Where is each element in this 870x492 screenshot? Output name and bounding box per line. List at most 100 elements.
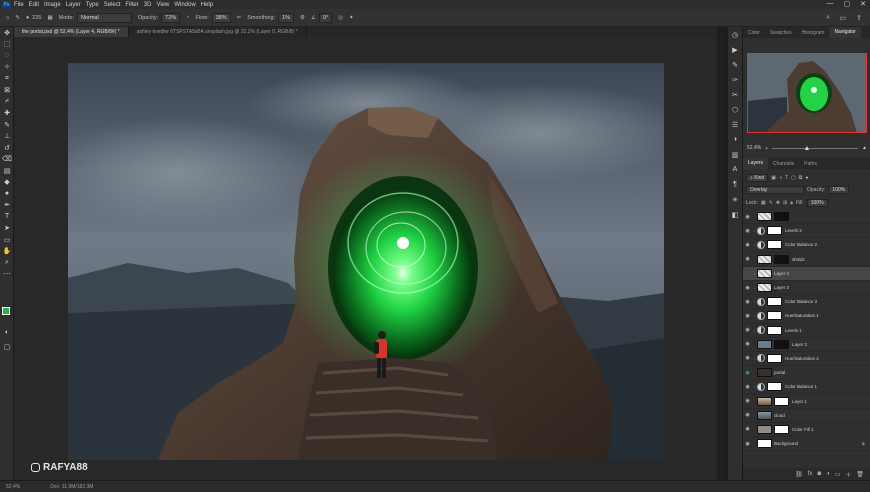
eye-icon[interactable]: ◉ [743, 228, 752, 234]
layer-mask[interactable] [767, 382, 782, 392]
layer-row[interactable]: ◉ ↓ Layer 3 [743, 281, 870, 296]
smoothing-field[interactable]: 1% [278, 12, 295, 23]
menu-edit[interactable]: Edit [29, 2, 39, 8]
layer-kind-select[interactable]: ⌕ Kind [746, 174, 769, 182]
layer-row[interactable]: ◉ portal [743, 366, 870, 381]
eye-icon[interactable]: ◉ [743, 384, 752, 390]
lasso-tool-icon[interactable]: ◌ [0, 50, 14, 62]
mode-select[interactable]: Normal [76, 12, 132, 23]
layer-mask[interactable] [774, 254, 789, 264]
quick-select-tool-icon[interactable]: ✧ [0, 62, 14, 74]
hand-tool-icon[interactable]: ✋ [0, 246, 14, 258]
symmetry-icon[interactable]: ✦ [349, 15, 354, 21]
lock-position-icon[interactable]: ✥ [776, 200, 780, 206]
home-icon[interactable]: ⌂ [6, 15, 9, 21]
3d-panel-icon[interactable]: ⬡ [728, 102, 742, 117]
zoom-slider-knob[interactable] [804, 145, 809, 150]
layer-row[interactable]: ◉ Background 🔒︎ [743, 437, 870, 452]
layer-row[interactable]: ◉ ↓ Color Balance 3 [743, 295, 870, 310]
filter-toggle-icon[interactable]: ● [805, 175, 808, 181]
properties-icon[interactable]: ☰ [728, 117, 742, 132]
styles-icon[interactable]: ✳ [728, 192, 742, 207]
eye-icon[interactable]: ◉ [743, 313, 752, 319]
eye-icon[interactable]: ◉ [743, 256, 752, 262]
brush-preset-icon[interactable]: ● [26, 15, 29, 21]
zoom-in-icon[interactable]: ▲ [862, 145, 867, 151]
layer-mask[interactable] [767, 226, 782, 236]
lock-artboard-icon[interactable]: ⊞ [783, 200, 787, 206]
fx-icon[interactable]: fx [808, 471, 813, 477]
tab-color[interactable]: Color [743, 30, 765, 36]
layer-mask[interactable] [767, 311, 782, 321]
layer-row[interactable]: ◉ ↓ Hue/Saturation 2 [743, 352, 870, 367]
flow-field[interactable]: 38% [211, 12, 231, 23]
eyedropper-tool-icon[interactable]: ⌿ [0, 96, 14, 108]
crop-tool-icon[interactable]: ⌗ [0, 73, 14, 85]
link-layers-icon[interactable]: ⛓ [795, 471, 803, 478]
zoom-tool-icon[interactable]: ⌕ [0, 257, 14, 269]
lock-pixels-icon[interactable]: ✎ [769, 200, 773, 206]
tool-presets-icon[interactable]: ✂ [728, 87, 742, 102]
layer-row[interactable]: ◉ [743, 210, 870, 225]
brush-tool-icon[interactable]: ✎ [0, 119, 14, 131]
angle-field[interactable]: 0° [318, 12, 333, 23]
eraser-tool-icon[interactable]: ⌫ [0, 154, 14, 166]
layer-mask[interactable] [767, 240, 782, 250]
share-icon[interactable]: ⇪ [856, 14, 862, 22]
brushes-panel-icon[interactable]: ✑ [728, 72, 742, 87]
layer-row[interactable]: ◉ Color Fill 1 [743, 423, 870, 437]
eye-icon[interactable]: ◉ [743, 327, 752, 333]
maximize-icon[interactable]: ▢ [844, 0, 851, 8]
tab-navigator[interactable]: Navigator [829, 27, 861, 38]
layer-mask[interactable] [767, 353, 782, 363]
character-icon[interactable]: A [728, 162, 742, 177]
brush-settings-icon[interactable]: ▦ [47, 15, 52, 21]
menu-view[interactable]: View [156, 2, 169, 8]
move-tool-icon[interactable]: ✥ [0, 27, 14, 39]
menu-3d[interactable]: 3D [144, 2, 152, 8]
pressure-opacity-icon[interactable]: ◔ [186, 15, 189, 21]
eye-icon[interactable]: ◉ [743, 398, 752, 404]
navigator-view-frame[interactable] [747, 53, 867, 133]
layer-mask[interactable] [767, 325, 782, 335]
menu-select[interactable]: Select [104, 2, 121, 8]
history-icon[interactable]: ◷ [728, 27, 742, 42]
layer-mask[interactable] [774, 212, 789, 222]
rectangle-tool-icon[interactable]: ▭ [0, 234, 14, 246]
layer-row[interactable]: ◉ ↓ Color Balance 1 [743, 380, 870, 395]
eye-icon[interactable]: ◉ [743, 214, 752, 220]
tab-paths[interactable]: Paths [799, 161, 822, 167]
menu-filter[interactable]: Filter [125, 2, 138, 8]
menu-help[interactable]: Help [201, 2, 213, 8]
layer-opacity-field[interactable]: 100% [828, 186, 850, 194]
tab-the-portal[interactable]: the portal.psd @ 52,4% (Layer 4, RGB/8#)… [14, 27, 129, 37]
filter-shape-icon[interactable]: ▢ [791, 175, 796, 181]
clone-stamp-icon[interactable]: ⊥ [0, 131, 14, 143]
tab-channels[interactable]: Channels [768, 161, 799, 167]
eye-icon[interactable]: ◉ [743, 341, 752, 347]
pressure-size-icon[interactable]: ◎ [338, 15, 343, 21]
layer-mask[interactable] [767, 297, 782, 307]
pen-tool-icon[interactable]: ✒ [0, 200, 14, 212]
lock-transparent-icon[interactable]: ▦ [761, 200, 766, 206]
eye-icon[interactable]: ◉ [743, 370, 752, 376]
eye-icon[interactable]: ◉ [743, 412, 752, 418]
eye-icon[interactable]: ◉ [743, 242, 752, 248]
filter-type-icon[interactable]: T [785, 175, 788, 181]
workspace-icon[interactable]: ▭ [839, 14, 846, 22]
zoom-out-icon[interactable]: ▵ [765, 145, 768, 151]
gradient-tool-icon[interactable]: ▤ [0, 165, 14, 177]
menu-type[interactable]: Type [86, 2, 99, 8]
more-tools-icon[interactable]: ⋯ [0, 269, 14, 281]
zoom-slider[interactable] [771, 145, 859, 150]
adjustments-icon[interactable]: ◑ [728, 132, 742, 147]
brush-tool-icon[interactable]: ✎ [15, 15, 20, 21]
eye-icon[interactable]: ◉ [743, 285, 752, 291]
brush-settings-panel-icon[interactable]: ✎ [728, 57, 742, 72]
tab-layers[interactable]: Layers [743, 158, 769, 169]
tab-swatches[interactable]: Swatches [765, 30, 797, 36]
delete-layer-icon[interactable]: 🗑︎ [856, 471, 864, 478]
eye-icon[interactable]: ◉ [743, 299, 752, 305]
history-brush-icon[interactable]: ↺ [0, 142, 14, 154]
navigator-zoom-value[interactable]: 52,4% [747, 145, 761, 151]
